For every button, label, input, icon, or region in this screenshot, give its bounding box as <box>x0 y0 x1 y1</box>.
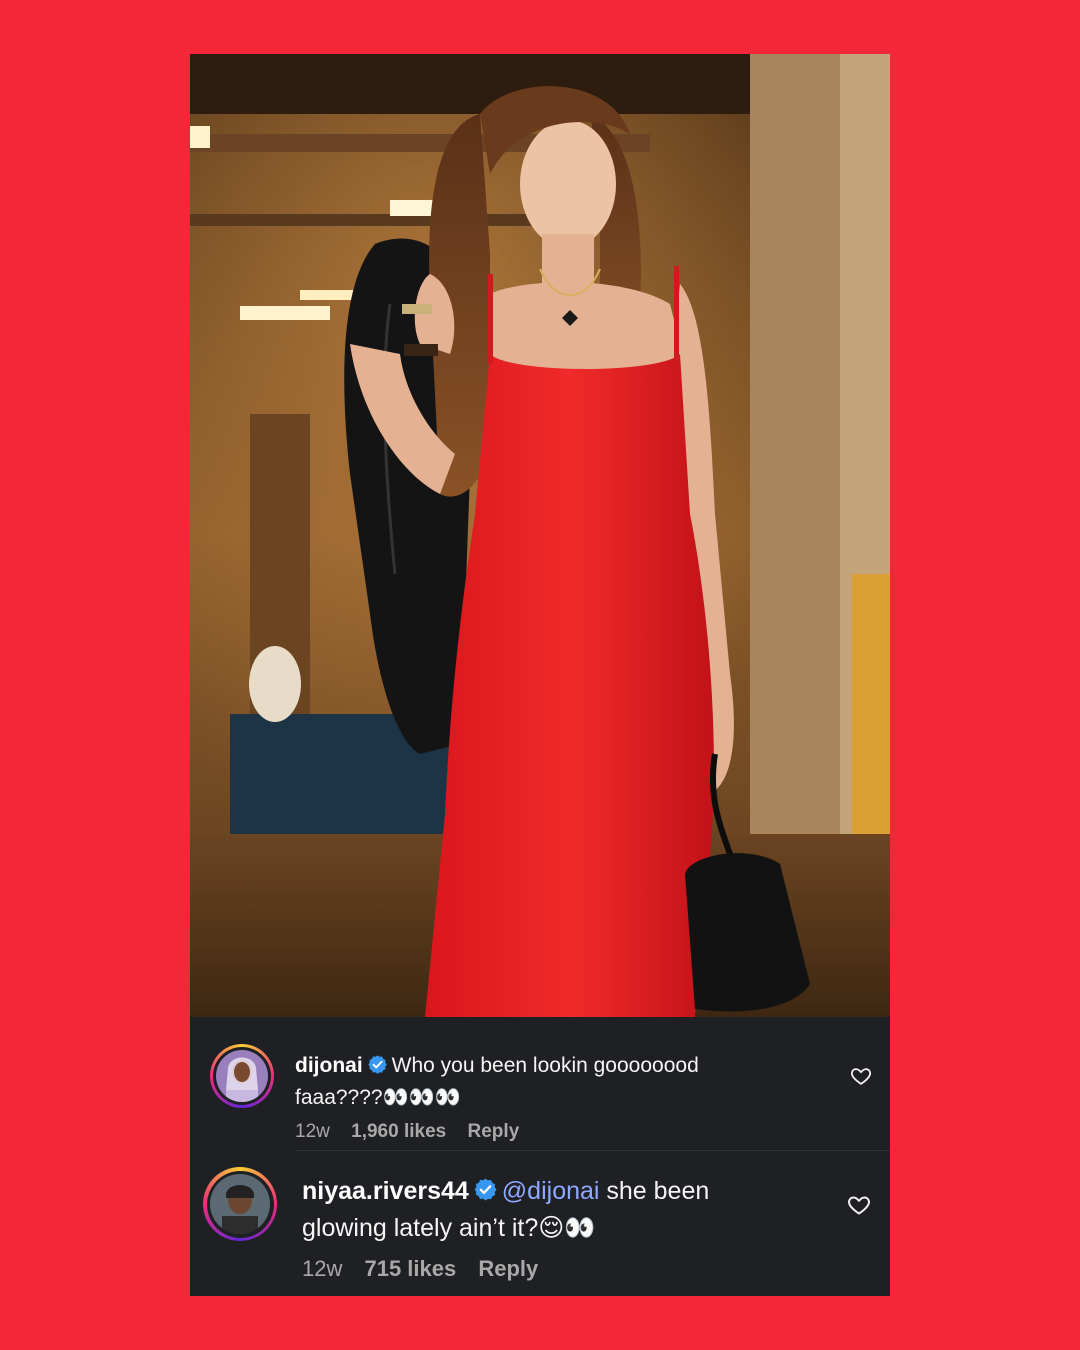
post-photo[interactable] <box>190 54 890 1017</box>
comment-item: niyaa.rivers44 @dijonai she been glowing … <box>190 1150 890 1296</box>
comment-meta: 12w 715 likes Reply <box>302 1256 554 1282</box>
comment-likes[interactable]: 1,960 likes <box>351 1121 446 1142</box>
reply-button[interactable]: Reply <box>478 1256 538 1281</box>
avatar-ring-gap <box>213 1047 271 1105</box>
heart-icon[interactable] <box>847 1193 871 1222</box>
reply-button[interactable]: Reply <box>468 1121 520 1142</box>
comment-username[interactable]: niyaa.rivers44 <box>302 1177 469 1205</box>
comment-text-block: dijonai Who you been lookin goooooood faa… <box>295 1051 755 1112</box>
avatar[interactable] <box>203 1167 277 1241</box>
comment-item: dijonai Who you been lookin goooooood faa… <box>190 1017 890 1151</box>
comment-username[interactable]: dijonai <box>295 1054 363 1077</box>
comment-likes[interactable]: 715 likes <box>364 1256 456 1281</box>
avatar[interactable] <box>210 1044 274 1108</box>
heart-icon[interactable] <box>850 1065 872 1092</box>
mention-link[interactable]: @dijonai <box>502 1177 600 1205</box>
photo-woman-red-dress <box>190 54 890 1017</box>
comment-time: 12w <box>302 1256 343 1281</box>
avatar-image <box>210 1174 270 1234</box>
comment-text-block: niyaa.rivers44 @dijonai she been glowing … <box>302 1174 762 1245</box>
verified-badge-icon <box>367 1054 388 1083</box>
post-card: dijonai Who you been lookin goooooood faa… <box>190 54 890 1296</box>
verified-badge-icon <box>473 1177 498 1211</box>
avatar-ring-gap <box>206 1170 274 1238</box>
avatar-image <box>216 1050 268 1102</box>
comment-time: 12w <box>295 1121 330 1142</box>
comments-section: dijonai Who you been lookin goooooood faa… <box>190 1017 890 1296</box>
comment-meta: 12w 1,960 likes Reply <box>295 1121 535 1143</box>
